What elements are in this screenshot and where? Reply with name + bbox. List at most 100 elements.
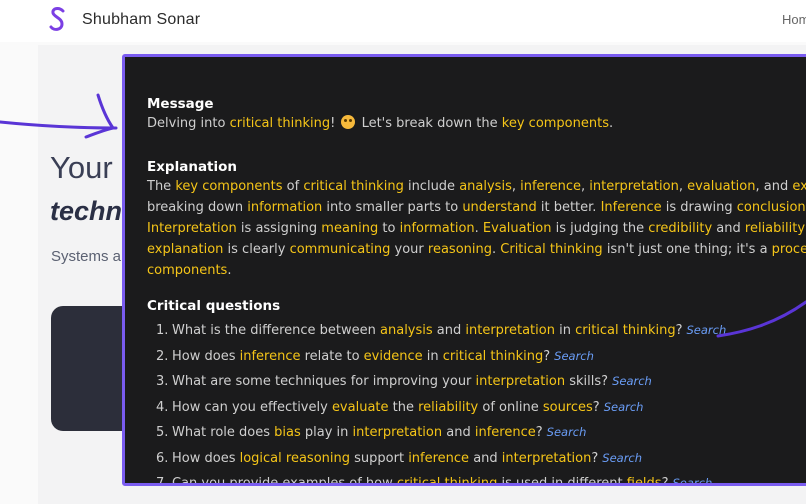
logo-icon[interactable]	[46, 6, 70, 34]
question-item: 3. What are some techniques for improving…	[147, 369, 806, 395]
keyword-highlight: components	[147, 263, 228, 278]
keyword-highlight: interpretation	[475, 374, 566, 389]
question-search-link[interactable]: Search	[604, 400, 644, 414]
message-title: Message	[147, 96, 214, 112]
hero-heading-line2: techn	[50, 196, 123, 226]
question-search-link[interactable]: Search	[687, 323, 727, 337]
keyword-highlight: key components	[501, 116, 609, 131]
keyword-highlight: meaning	[321, 221, 379, 236]
text-run: Let's break down the	[357, 116, 502, 131]
question-item: 2. How does inference relate to evidence …	[147, 344, 806, 370]
question-search-link[interactable]: Search	[602, 451, 642, 465]
message-text: Delving into critical thinking! Let's br…	[147, 113, 806, 134]
keyword-highlight: conclusions	[736, 200, 806, 215]
text-run: ,	[580, 179, 590, 194]
keyword-highlight: evaluation	[687, 179, 756, 194]
text-run: ,	[511, 179, 521, 194]
question-search-link[interactable]: Search	[547, 425, 587, 439]
question-number: 3.	[156, 374, 169, 389]
text-run: in	[554, 323, 576, 338]
text-run: ?	[661, 476, 669, 486]
text-run: How does	[172, 450, 240, 466]
text-run: How does	[172, 348, 240, 364]
text-run: is judging the	[551, 221, 649, 236]
explanation-line: breaking down information into smaller p…	[147, 197, 806, 218]
keyword-highlight: understand	[462, 200, 537, 215]
text-run: How can you effectively	[172, 399, 332, 415]
text-run: of online	[478, 399, 543, 415]
keyword-highlight: credibility	[648, 221, 713, 236]
keyword-highlight: critical thinking	[229, 116, 331, 131]
text-run: support	[350, 450, 409, 466]
text-run: , and	[755, 179, 793, 194]
keyword-highlight: inference	[408, 450, 470, 466]
question-item: 1. What is the difference between analysi…	[147, 318, 806, 344]
text-run: and	[712, 221, 745, 236]
top-navbar: Shubham Sonar Hom	[0, 0, 806, 42]
text-run: of	[282, 179, 304, 194]
keyword-highlight: evidence	[363, 348, 423, 364]
keyword-highlight: Evaluation	[482, 221, 552, 236]
explanation-line: explanation is clearly communicating you…	[147, 239, 806, 260]
text-run: Delving into	[147, 116, 230, 131]
explanation-title: Explanation	[147, 159, 238, 175]
critical-questions-title: Critical questions	[147, 298, 281, 314]
keyword-highlight: critical thinking	[303, 179, 404, 194]
hero-heading-line1: Your	[50, 150, 113, 185]
keyword-highlight: Critical thinking	[500, 242, 603, 257]
question-number: 5.	[156, 425, 169, 440]
text-run: is assigning	[236, 221, 322, 236]
question-search-link[interactable]: Search	[672, 476, 712, 483]
text-run: .	[474, 221, 483, 236]
explanation-line: components.	[147, 260, 806, 281]
text-run: ?	[675, 323, 683, 338]
explanation-text: The key components of critical thinking …	[147, 176, 806, 281]
keyword-highlight: key components	[175, 179, 283, 194]
site-name[interactable]: Shubham Sonar	[82, 11, 200, 29]
question-number: 1.	[156, 323, 169, 338]
text-run: to	[378, 221, 400, 236]
text-run: is clearly	[223, 242, 290, 257]
thinking-emoji-icon	[341, 115, 356, 129]
text-run: include	[403, 179, 460, 194]
question-item: 7. Can you provide examples of how critic…	[147, 471, 806, 486]
text-run: your	[390, 242, 428, 257]
explanation-line: Interpretation is assigning meaning to i…	[147, 218, 806, 239]
question-search-link[interactable]: Search	[612, 374, 652, 388]
text-run: is drawing	[661, 200, 737, 215]
keyword-highlight: exp	[792, 179, 806, 194]
text-run: Can you provide examples of how	[172, 476, 397, 486]
text-run: into smaller parts to	[322, 200, 463, 215]
keyword-highlight: process	[771, 242, 806, 257]
keyword-highlight: explanation	[147, 242, 224, 257]
keyword-highlight: critical thinking	[396, 476, 498, 486]
text-run: and	[442, 425, 475, 440]
question-search-link[interactable]: Search	[554, 349, 594, 363]
text-run: it better.	[536, 200, 601, 215]
text-run: What is the difference between	[172, 323, 381, 338]
keyword-highlight: Interpretation	[147, 221, 237, 236]
keyword-highlight: communicating	[289, 242, 391, 257]
ai-answer-popup: Message Delving into critical thinking! …	[122, 54, 806, 486]
popup-content: Message Delving into critical thinking! …	[147, 95, 806, 486]
keyword-highlight: critical thinking	[575, 323, 676, 338]
keyword-highlight: evaluate	[331, 399, 389, 415]
critical-questions-list: 1. What is the difference between analysi…	[147, 318, 806, 486]
question-item: 5. What role does bias play in interpreta…	[147, 420, 806, 446]
keyword-highlight: interpretation	[501, 450, 592, 466]
keyword-highlight: information	[399, 221, 475, 236]
keyword-highlight: reliability	[418, 399, 479, 415]
keyword-highlight: logical reasoning	[239, 450, 350, 466]
nav-home-link[interactable]: Hom	[782, 12, 806, 27]
question-number: 4.	[156, 399, 169, 415]
text-run: isn't just one thing; it's a	[602, 242, 772, 257]
text-run: What role does	[172, 425, 275, 440]
text-run: in	[422, 348, 443, 364]
keyword-highlight: sources	[542, 399, 593, 415]
keyword-highlight: inference	[474, 425, 536, 440]
keyword-highlight: fields	[626, 476, 662, 486]
keyword-highlight: reliability	[744, 221, 806, 236]
text-run: ?	[535, 425, 543, 440]
keyword-highlight: bias	[274, 425, 301, 440]
keyword-highlight: critical thinking	[442, 348, 544, 364]
